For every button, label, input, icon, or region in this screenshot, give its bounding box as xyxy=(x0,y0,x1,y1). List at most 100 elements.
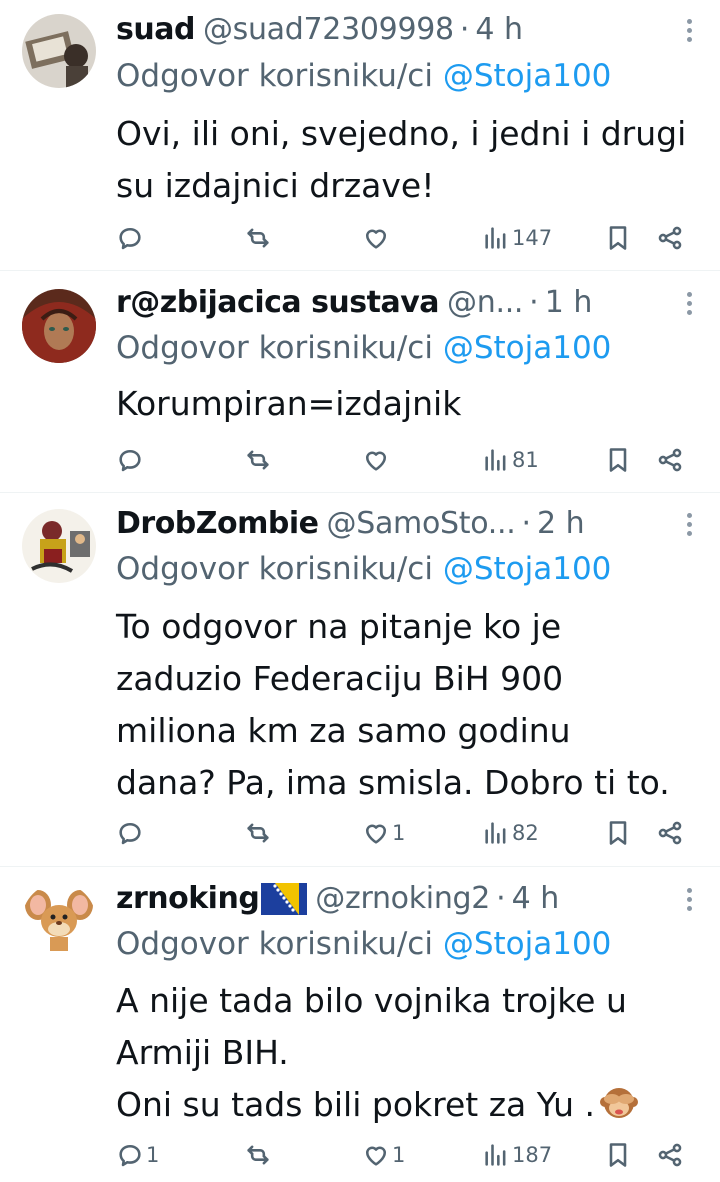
views-count: 147 xyxy=(512,226,553,250)
like-icon xyxy=(365,229,387,249)
more-icon[interactable] xyxy=(680,504,698,544)
share-button[interactable] xyxy=(656,440,684,480)
tweet-text-line: dana? Pa, ima smisla. Dobro ti to. xyxy=(116,763,670,802)
tweet-header: DrobZombie @SamoSto... · 2 h xyxy=(116,504,680,544)
repost-icon xyxy=(247,450,269,470)
like-button[interactable]: 1 xyxy=(362,813,405,853)
reply-button[interactable] xyxy=(116,813,146,853)
replying-to: Odgovor korisniku/ci @Stoja100 xyxy=(116,328,611,368)
share-button[interactable] xyxy=(656,813,684,853)
avatar[interactable] xyxy=(22,14,96,88)
tweet[interactable]: suad @suad72309998 · 4 h Odgovor korisni… xyxy=(0,0,720,271)
bookmark-icon xyxy=(609,226,627,250)
tweet-header: r@zbijacica sustava @n... · 1 h xyxy=(116,283,680,323)
tweet[interactable]: zrnoking @zrnoking2 · 4 h Odgovor korisn… xyxy=(0,867,720,1182)
mention-link[interactable]: @Stoja100 xyxy=(443,330,612,366)
like-icon xyxy=(365,824,387,844)
display-name[interactable]: zrnoking xyxy=(116,879,260,919)
bookmark-button[interactable] xyxy=(604,1135,632,1175)
tweet-text-line: Armiji BIH. xyxy=(116,1033,289,1072)
views-button[interactable]: 147 xyxy=(482,218,552,258)
bookmark-button[interactable] xyxy=(604,218,632,258)
display-name[interactable]: DrobZombie xyxy=(116,504,319,544)
like-count: 1 xyxy=(392,821,406,845)
avatar[interactable] xyxy=(22,289,96,363)
replying-to-label: Odgovor korisniku/ci xyxy=(116,926,433,962)
tweet-text: Ovi, ili oni, svejedno, i jedni i drugi … xyxy=(116,108,700,212)
tweet-text-line: Ovi, ili oni, svejedno, i jedni i drugi xyxy=(116,114,687,153)
user-handle[interactable]: @zrnoking2 xyxy=(315,879,490,919)
timestamp[interactable]: 4 h xyxy=(475,10,523,50)
tweet-text-line: miliona km za samo godinu xyxy=(116,711,571,750)
like-button[interactable]: 1 xyxy=(362,1135,405,1175)
user-handle[interactable]: @SamoSto... xyxy=(327,504,516,544)
share-button[interactable] xyxy=(656,1135,684,1175)
tweet-header: suad @suad72309998 · 4 h xyxy=(116,10,680,50)
repost-icon xyxy=(247,823,269,843)
like-button[interactable] xyxy=(362,440,392,480)
tweet-text: Korumpiran=izdajnik xyxy=(116,378,700,430)
replying-to: Odgovor korisniku/ci @Stoja100 xyxy=(116,56,611,96)
replying-to-label: Odgovor korisniku/ci xyxy=(116,551,433,587)
user-handle[interactable]: @n... xyxy=(447,283,523,323)
reply-button[interactable] xyxy=(116,440,146,480)
tweet[interactable]: r@zbijacica sustava @n... · 1 h Odgovor … xyxy=(0,271,720,493)
reply-icon xyxy=(119,227,141,250)
user-handle[interactable]: @suad72309998 xyxy=(203,10,454,50)
tweet-text: To odgovor na pitanje ko je zaduzio Fede… xyxy=(116,601,700,809)
tweet[interactable]: DrobZombie @SamoSto... · 2 h Odgovor kor… xyxy=(0,493,720,867)
repost-button[interactable] xyxy=(244,813,274,853)
reply-icon xyxy=(119,1144,141,1167)
avatar[interactable] xyxy=(22,883,96,957)
display-name[interactable]: r@zbijacica sustava xyxy=(116,283,440,323)
views-icon xyxy=(485,227,506,249)
mention-link[interactable]: @Stoja100 xyxy=(443,58,612,94)
repost-button[interactable] xyxy=(244,1135,274,1175)
more-icon[interactable] xyxy=(680,10,698,50)
timestamp[interactable]: 4 h xyxy=(512,879,560,919)
tweet-text-line: To odgovor na pitanje ko je xyxy=(116,607,562,646)
like-button[interactable] xyxy=(362,218,392,258)
tweet-text-line: Korumpiran=izdajnik xyxy=(116,384,462,423)
repost-icon xyxy=(247,1145,269,1165)
tweet-text-line: A nije tada bilo vojnika trojke u xyxy=(116,981,627,1020)
share-button[interactable] xyxy=(656,218,684,258)
mention-link[interactable]: @Stoja100 xyxy=(443,551,612,587)
action-bar: 1 82 xyxy=(0,813,720,853)
bookmark-button[interactable] xyxy=(604,813,632,853)
timestamp[interactable]: 1 h xyxy=(545,283,593,323)
tweet-text: A nije tada bilo vojnika trojke u Armiji… xyxy=(116,975,700,1131)
timestamp[interactable]: 2 h xyxy=(537,504,585,544)
more-icon[interactable] xyxy=(680,879,698,919)
bookmark-button[interactable] xyxy=(604,440,632,480)
bookmark-icon xyxy=(609,1143,627,1167)
reply-count: 1 xyxy=(146,1143,160,1167)
reply-button[interactable] xyxy=(116,218,146,258)
repost-button[interactable] xyxy=(244,440,274,480)
like-icon xyxy=(365,451,387,471)
more-icon[interactable] xyxy=(680,283,698,323)
separator: · xyxy=(496,881,506,916)
avatar[interactable] xyxy=(22,509,96,583)
tweet-text-line: Oni su tads bili pokret za Yu . xyxy=(116,1079,700,1131)
action-bar: 147 xyxy=(0,218,720,258)
views-count: 82 xyxy=(512,821,539,845)
reply-icon xyxy=(119,822,141,845)
bookmark-icon xyxy=(609,448,627,472)
mention-link[interactable]: @Stoja100 xyxy=(443,926,612,962)
reply-button[interactable]: 1 xyxy=(116,1135,159,1175)
repost-icon xyxy=(247,228,269,248)
views-button[interactable]: 81 xyxy=(482,440,539,480)
views-button[interactable]: 82 xyxy=(482,813,539,853)
share-icon xyxy=(658,226,682,250)
views-button[interactable]: 187 xyxy=(482,1135,552,1175)
replying-to-label: Odgovor korisniku/ci xyxy=(116,330,433,366)
separator: · xyxy=(529,285,539,320)
views-count: 81 xyxy=(512,448,539,472)
repost-button[interactable] xyxy=(244,218,274,258)
like-icon xyxy=(365,1146,387,1166)
views-icon xyxy=(485,1144,506,1166)
replying-to: Odgovor korisniku/ci @Stoja100 xyxy=(116,549,611,589)
views-count: 187 xyxy=(512,1143,553,1167)
display-name[interactable]: suad xyxy=(116,10,195,50)
